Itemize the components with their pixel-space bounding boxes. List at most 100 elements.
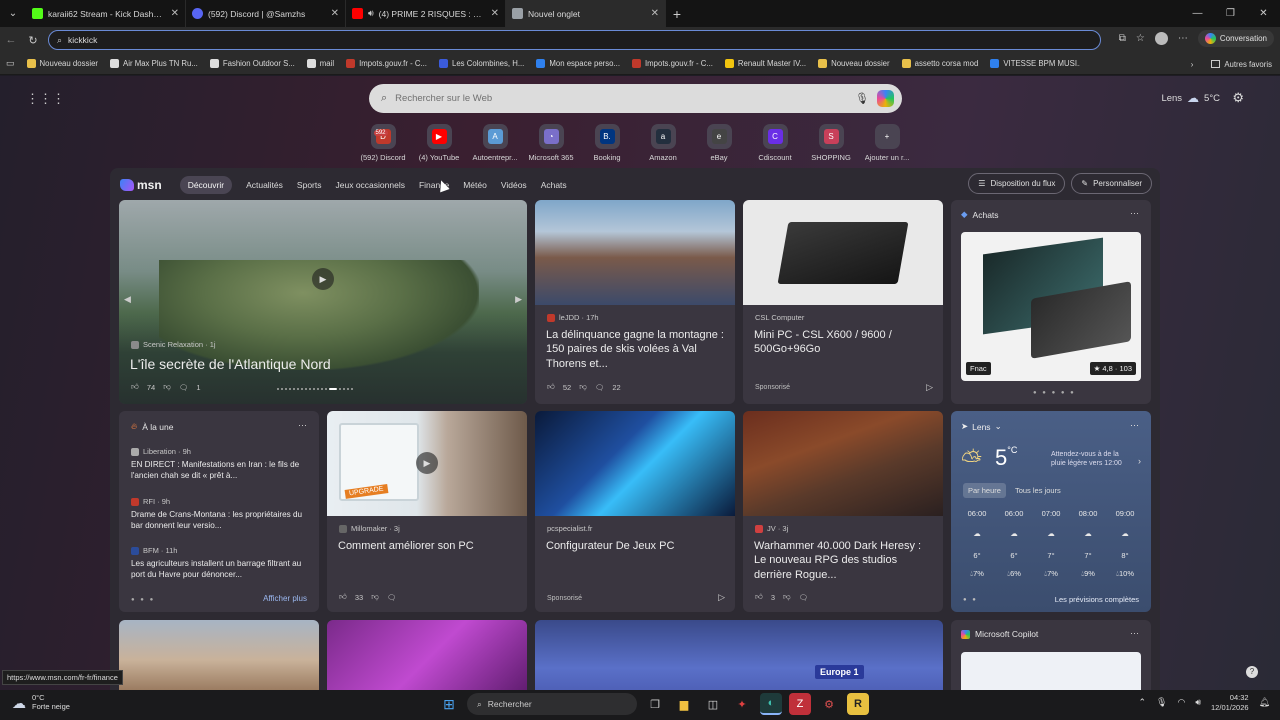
quick-link[interactable]: A Autoentrepr... [467,124,523,162]
sponsored-card[interactable]: pcspecialist.fr Configurateur De Jeux PC… [535,411,735,612]
carousel-prev-icon[interactable]: ◀ [124,294,131,305]
more-options-icon[interactable]: ⋯ [1130,208,1139,219]
refresh-icon[interactable]: ↻ [22,34,44,47]
article-title[interactable]: Mini PC - CSL X600 / 9600 / 500Go+96Go [754,328,934,357]
microphone-icon[interactable]: 🎙︎ [855,92,869,105]
app-pdf-icon[interactable]: Z [789,693,811,715]
help-icon[interactable]: ? [1246,666,1258,678]
like-icon[interactable]: 👍︎ [339,592,347,602]
news-card[interactable]: leJDD · 17h La délinquance gagne la mont… [535,200,735,404]
speaker-icon[interactable]: 🔊︎ [368,8,374,19]
bookmark-item[interactable]: Fashion Outdoor S... [209,59,295,68]
quick-link[interactable]: B. Booking [579,124,635,162]
close-icon[interactable]: ✕ [651,8,659,19]
carousel-dot[interactable] [277,388,279,390]
windows-start-icon[interactable]: ⊞ [438,693,460,715]
extensions-icon[interactable]: ⧉ [1119,33,1126,44]
play-icon[interactable]: ▶ [416,452,438,474]
store-icon[interactable]: ◫ [702,693,724,715]
quick-link[interactable]: ◔ Microsoft 365 [523,124,579,162]
carousel-dot[interactable] [301,388,303,390]
like-icon[interactable]: 👍︎ [131,382,139,392]
ad-choices-icon[interactable]: ▷ [718,592,725,603]
feed-tab[interactable]: Achats [541,180,567,190]
chevron-up-icon[interactable]: ⌃ [1139,697,1147,708]
play-icon[interactable]: ▶ [312,268,334,290]
dislike-icon[interactable]: 👎︎ [579,382,587,392]
comment-icon[interactable]: 🗨︎ [179,383,189,392]
carousel-dot[interactable] [317,388,319,390]
hero-title[interactable]: L'île secrète de l'Atlantique Nord [130,355,331,373]
quick-link[interactable]: S SHOPPING [803,124,859,162]
other-favorites[interactable]: › Autres favoris [1191,53,1272,75]
hero-card[interactable]: ▶ ◀ ▶ Scenic Relaxation · 1j L'île secrè… [119,200,527,404]
bookmark-item[interactable]: VITESSE BPM MUSI... [990,59,1080,68]
dislike-icon[interactable]: 👎︎ [371,592,379,602]
more-options-icon[interactable]: ⋯ [1130,420,1139,431]
show-more-link[interactable]: Afficher plus [263,594,307,603]
bookmark-item[interactable]: Nouveau dossier [818,59,890,68]
news-card[interactable]: JV · 3j Warhammer 40.000 Dark Heresy : L… [743,411,943,612]
bookmark-item[interactable]: Air Max Plus TN Ru... [110,59,198,68]
copilot-search-icon[interactable] [877,90,894,107]
back-icon[interactable]: ← [0,34,22,46]
feed-tab[interactable]: Vidéos [501,180,527,190]
news-card[interactable]: Europe 1 [535,620,943,690]
product-image[interactable]: Fnac ★ 4,8 · 103 [961,232,1141,381]
quick-link[interactable]: a Amazon [635,124,691,162]
file-explorer-icon[interactable]: ▆ [673,693,695,715]
video-card[interactable]: UPGRADE ▶ Millomaker · 3j Comment amélio… [327,411,527,612]
carousel-dot[interactable] [305,388,307,390]
more-options-icon[interactable]: ⋯ [1130,628,1139,639]
taskbar-weather[interactable]: ☁ 0°C Forte neige [12,693,70,711]
bookmark-item[interactable]: Nouveau dossier [26,59,98,68]
quick-link[interactable]: + Ajouter un r... [859,124,915,162]
msn-logo[interactable]: msn [120,178,162,192]
news-card[interactable] [119,620,319,690]
close-icon[interactable]: ✕ [331,8,339,19]
tab-new-tab[interactable]: Nouvel onglet ✕ [506,0,666,27]
bookmark-item[interactable]: Mon espace perso... [536,59,620,68]
carousel-dot[interactable] [321,388,323,390]
edge-icon[interactable]: ◐ [760,693,782,715]
bookmark-item[interactable]: mail [306,59,334,68]
copilot-card[interactable]: Microsoft Copilot ⋯ [951,620,1151,690]
carousel-dot[interactable] [313,388,315,390]
bookmark-item[interactable]: Renault Master IV... [724,59,806,68]
list-item[interactable]: Liberation · 9h EN DIRECT : Manifestatio… [131,447,311,481]
notifications-icon[interactable]: 🔔︎ [1259,697,1270,708]
like-icon[interactable]: 👍︎ [547,382,555,392]
comment-icon[interactable]: 🗨︎ [387,593,397,602]
carousel-dot[interactable] [347,388,349,390]
tab-by-hour[interactable]: Par heure [963,483,1006,498]
full-forecast-link[interactable]: Les prévisions complètes [1055,595,1139,604]
task-view-icon[interactable]: ❐ [644,693,666,715]
bookmark-item[interactable]: Impots.gouv.fr - C... [346,59,427,68]
app-yellow-icon[interactable]: R [847,693,869,715]
carousel-dot[interactable] [285,388,287,390]
weather-location[interactable]: ➤ Lens ⌄ [961,421,1002,432]
close-window-icon[interactable]: ✕ [1247,0,1280,27]
weather-widget-top[interactable]: Lens ☁ 5°C [1161,91,1220,105]
feed-tab[interactable]: Sports [297,180,322,190]
carousel-next-icon[interactable]: ▶ [515,294,522,305]
carousel-dot[interactable] [343,388,345,390]
news-card[interactable] [327,620,527,690]
app-gear-icon[interactable]: ⚙ [818,693,840,715]
article-title[interactable]: Warhammer 40.000 Dark Heresy : Le nouvea… [754,539,936,582]
network-icon[interactable]: ◠ [1177,697,1185,708]
volume-icon[interactable]: 🔊︎ [1195,697,1201,708]
reading-list-icon[interactable]: ▭ [6,58,15,69]
profile-avatar[interactable] [1154,32,1168,45]
maximize-icon[interactable]: ❐ [1214,0,1247,27]
address-input[interactable]: kickkick [68,35,97,45]
bookmark-item[interactable]: Impots.gouv.fr - C... [632,59,713,68]
app-launcher-icon[interactable]: ⋮⋮⋮ [26,91,65,107]
carousel-dot[interactable] [325,388,327,390]
quick-link[interactable]: ▶ (4) YouTube [411,124,467,162]
feed-tab[interactable]: Découvrir [179,176,233,194]
quick-link[interactable]: D 592 (592) Discord [355,124,411,162]
dislike-icon[interactable]: 👎︎ [783,592,791,602]
dislike-icon[interactable]: 👎︎ [163,382,171,392]
quick-link[interactable]: C Cdiscount [747,124,803,162]
